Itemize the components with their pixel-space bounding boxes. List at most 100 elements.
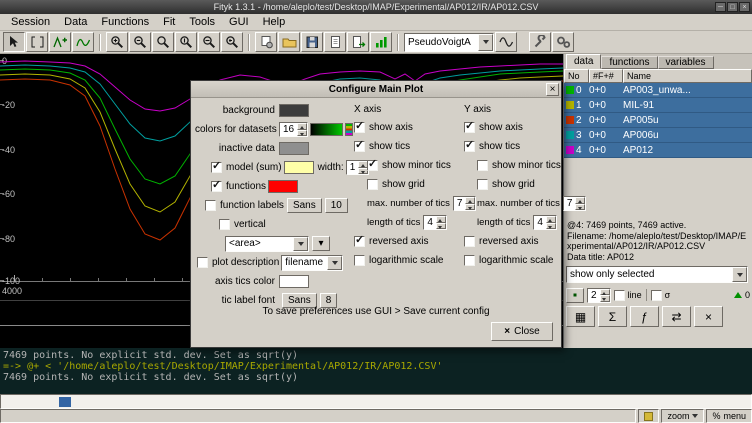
tab-data[interactable]: data (566, 54, 601, 69)
column-header-3[interactable]: Name (623, 69, 752, 83)
dataset-info: @4: 7469 points, 7469 active.Filename: /… (567, 220, 750, 262)
zoom-out-button[interactable] (129, 32, 151, 52)
spinner-arrows[interactable] (600, 289, 610, 302)
zoom-vertical-button[interactable] (175, 32, 197, 52)
x-reversed-checkbox[interactable] (354, 236, 365, 247)
menu-session[interactable]: Session (4, 15, 57, 29)
y-show-minor-tics-checkbox[interactable] (477, 160, 488, 171)
menu-functions[interactable]: Functions (94, 15, 156, 29)
add-peak-mode-button[interactable] (49, 32, 71, 52)
shift-up-icon[interactable] (734, 292, 742, 298)
area-dropdown-button[interactable]: ▾ (312, 236, 330, 251)
background-color-swatch[interactable] (279, 104, 309, 117)
auto-add-peak-button[interactable] (495, 32, 517, 52)
dataset-color-gradient[interactable] (310, 123, 343, 136)
save-session-button[interactable] (301, 32, 323, 52)
dataset-row[interactable]: 20+0AP005u (564, 113, 752, 128)
settings-button[interactable] (529, 32, 551, 52)
x-show-axis-checkbox[interactable] (354, 122, 365, 133)
menu-help[interactable]: Help (256, 15, 293, 29)
column-header-2[interactable]: #F+# (589, 69, 623, 83)
functions-checkbox[interactable] (211, 181, 222, 192)
axis-tics-color-swatch[interactable] (279, 275, 309, 288)
dialog-close-icon[interactable]: × (546, 83, 559, 96)
x-show-grid-checkbox[interactable] (367, 179, 378, 190)
sigma-checkbox[interactable] (651, 290, 662, 301)
window-titlebar[interactable]: Fityk 1.3.1 - /home/aleplo/test/Desktop/… (0, 0, 752, 14)
close-button[interactable]: × (739, 2, 750, 12)
peak-type-select[interactable]: PseudoVoigtA (404, 33, 494, 52)
plot-description-checkbox[interactable] (197, 257, 208, 268)
function-labels-checkbox[interactable] (205, 200, 216, 211)
y-reversed-checkbox[interactable] (464, 236, 475, 247)
line-checkbox[interactable] (614, 290, 625, 301)
point-style-button[interactable] (566, 288, 584, 303)
menu-status-button[interactable]: %menu (706, 409, 752, 423)
vertical-checkbox[interactable] (219, 219, 230, 230)
x-show-tics-checkbox[interactable] (354, 141, 365, 152)
sum-button[interactable]: Σ (598, 306, 627, 327)
dataset-colors-count-spinner[interactable]: 16 (279, 122, 308, 137)
run-fit-button[interactable] (552, 32, 574, 52)
labels-font-size-button[interactable]: 10 (325, 198, 348, 213)
menu-fit[interactable]: Fit (156, 15, 182, 29)
baseline-mode-button[interactable] (72, 32, 94, 52)
point-size-spinner[interactable]: 2 (587, 288, 611, 303)
data-filter-select[interactable]: show only selected (566, 266, 748, 283)
dataset-color-list[interactable] (345, 123, 353, 136)
labels-font-button[interactable]: Sans (287, 198, 322, 213)
y-tic-length-spinner[interactable]: 4 (533, 215, 557, 230)
zoom-horizontal-button[interactable] (198, 32, 220, 52)
column-header-1[interactable]: No (564, 69, 589, 83)
x-log-checkbox[interactable] (354, 255, 365, 266)
model-color-swatch[interactable] (284, 161, 314, 174)
output-console[interactable]: 7469 points. No explicit std. dev. Set a… (0, 348, 752, 394)
close-button[interactable]: × Close (491, 322, 553, 341)
y-max-tics-value: 7 (564, 197, 576, 210)
command-input[interactable] (0, 394, 752, 409)
export-image-button[interactable] (370, 32, 392, 52)
description-select[interactable]: filename (281, 255, 343, 271)
model-checkbox[interactable] (211, 162, 222, 173)
export-data-button[interactable] (347, 32, 369, 52)
transform-button[interactable]: ⇄ (662, 306, 691, 327)
x-show-minor-tics-checkbox[interactable] (367, 160, 378, 171)
functions-color-swatch[interactable] (268, 180, 298, 193)
spinner-arrows[interactable] (575, 197, 585, 210)
zoom-in-button[interactable] (106, 32, 128, 52)
tab-functions[interactable]: functions (601, 56, 657, 69)
execute-script-button[interactable] (255, 32, 277, 52)
y-show-tics-checkbox[interactable] (464, 141, 475, 152)
dataset-row[interactable]: 10+0MIL-91 (564, 98, 752, 113)
dataset-row[interactable]: 30+0AP006u (564, 128, 752, 143)
menu-gui[interactable]: GUI (222, 15, 256, 29)
zoom-all-button[interactable] (152, 32, 174, 52)
delete-dataset-button[interactable]: × (694, 306, 723, 327)
minimize-button[interactable]: ─ (715, 2, 726, 12)
menu-tools[interactable]: Tools (182, 15, 222, 29)
y-show-grid-checkbox[interactable] (477, 179, 488, 190)
spinner-arrows[interactable] (436, 216, 446, 229)
previous-zoom-button[interactable] (221, 32, 243, 52)
normal-mode-button[interactable] (3, 32, 25, 52)
menu-data[interactable]: Data (57, 15, 94, 29)
open-session-button[interactable] (278, 32, 300, 52)
spinner-arrows[interactable] (297, 123, 307, 136)
functions-apply-button[interactable]: ƒ (630, 306, 659, 327)
y-show-axis-checkbox[interactable] (464, 122, 475, 133)
dialog-titlebar[interactable]: Configure Main Plot × (191, 81, 561, 98)
x-tic-length-spinner[interactable]: 4 (423, 215, 447, 230)
data-range-mode-button[interactable] (26, 32, 48, 52)
edit-data-button[interactable]: ▦ (566, 306, 595, 327)
dataset-row[interactable]: 40+0AP012 (564, 143, 752, 158)
inactive-data-color-swatch[interactable] (279, 142, 309, 155)
label-area-select[interactable]: <area> (225, 236, 309, 252)
tab-variables[interactable]: variables (658, 56, 714, 69)
y-log-checkbox[interactable] (464, 255, 475, 266)
dataset-row[interactable]: 00+0AP003_unwa... (564, 83, 752, 98)
maximize-button[interactable]: □ (727, 2, 738, 12)
zoom-status-button[interactable]: zoom (661, 409, 704, 423)
spinner-arrows[interactable] (546, 216, 556, 229)
session-log-button[interactable] (324, 32, 346, 52)
y-max-tics-spinner[interactable]: 7 (563, 196, 587, 211)
